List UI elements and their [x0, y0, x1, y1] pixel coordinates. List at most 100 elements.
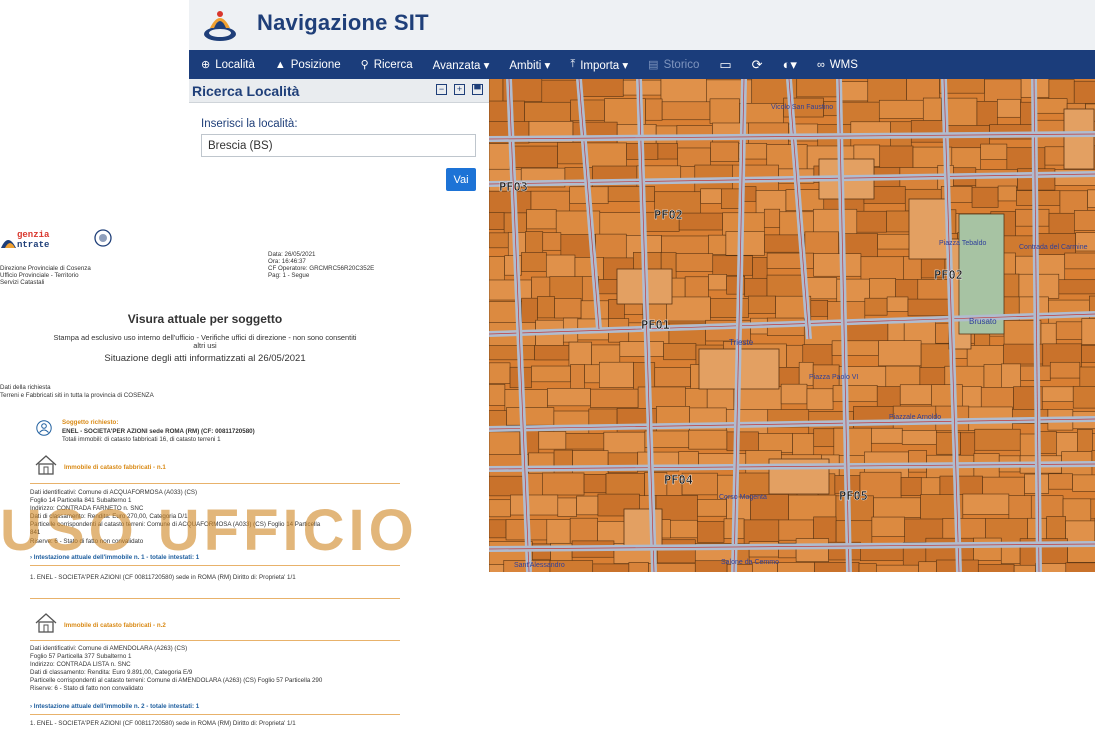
parcel: [1081, 344, 1095, 363]
parcel: [758, 433, 793, 454]
parcel: [1081, 318, 1095, 345]
map-label: PF02: [654, 208, 683, 222]
monitor-icon[interactable]: ▭: [719, 57, 731, 73]
parcel: [777, 562, 815, 572]
parcel: [778, 519, 814, 541]
expand-icon[interactable]: +: [454, 84, 465, 95]
parcel: [565, 433, 605, 450]
go-button[interactable]: Vai: [446, 168, 476, 191]
map-label: Sant'Alessandro: [514, 562, 565, 569]
cadastral-map[interactable]: PF03 PF02 PF02 PF01 PF04 PF05 Piazza Tebaldo Br…: [489, 79, 1095, 572]
parcel: [489, 384, 506, 406]
map-label: Trieste: [729, 338, 754, 347]
parcel: [557, 497, 577, 517]
parcel: [901, 430, 937, 445]
parcel: [489, 345, 535, 361]
map-label: Brusato: [969, 317, 997, 326]
building-block: [623, 508, 663, 550]
doc-title: Visura attuale per soggetto: [127, 312, 283, 326]
nav-label: Storico: [663, 58, 700, 71]
parcel: [785, 189, 825, 211]
parcel: [1055, 321, 1083, 340]
parcel: [489, 256, 505, 282]
parcel: [670, 519, 698, 539]
parcel: [584, 364, 600, 384]
divider: [30, 640, 400, 641]
parcel: [858, 563, 877, 572]
parcel: [489, 143, 511, 170]
parcel: [489, 499, 511, 518]
immobile-2-heading: Immobile di catasto fabbricati - n.2: [64, 622, 166, 629]
immobile-line: Dati identificativi: Comune di ACQUAFORM…: [30, 489, 198, 496]
location-input[interactable]: [201, 134, 476, 157]
parcel: [1077, 429, 1093, 455]
parcel: [489, 232, 509, 249]
parcel: [592, 563, 630, 572]
meta-page: Pag: 1 - Segue: [268, 272, 310, 279]
nav-ricerca[interactable]: ⚲ Ricerca: [361, 58, 413, 72]
contrast-icon[interactable]: ◐▾: [783, 57, 797, 73]
parcel: [616, 124, 657, 145]
parcel: [744, 277, 768, 298]
nav-label: Ricerca: [373, 58, 413, 71]
window-icon[interactable]: ▀: [472, 84, 483, 95]
parcel: [628, 562, 649, 572]
parcel: [1064, 252, 1095, 270]
nav-ambiti[interactable]: Ambiti ▾: [509, 58, 550, 72]
parcel: [910, 120, 948, 143]
nav-label: Posizione: [290, 58, 341, 71]
intestazione-2-heading[interactable]: › Intestazione attuale dell'immobile n. …: [30, 703, 199, 710]
parcel: [524, 101, 571, 124]
parcel: [974, 428, 1021, 451]
nav-avanzata[interactable]: Avanzata ▾: [433, 58, 490, 72]
parcel: [1046, 516, 1066, 542]
map-label: PF01: [641, 318, 670, 332]
nav-storico[interactable]: ▤ Storico: [648, 58, 700, 72]
visura-document: genzia ntrate Direzione Provinciale di C…: [0, 214, 414, 752]
app-title: Navigazione SIT: [257, 10, 429, 35]
nav-label: WMS: [829, 58, 858, 71]
parcel: [878, 99, 924, 119]
building-block: [1063, 108, 1095, 170]
parcel: [1041, 386, 1074, 402]
location-label: Inserisci la località:: [201, 118, 298, 130]
refresh-icon[interactable]: ⟳: [752, 57, 763, 73]
parcel: [570, 364, 585, 392]
parcel: [806, 388, 834, 411]
parcel: [962, 493, 1010, 515]
map-label: Salone da Cemmo: [721, 559, 779, 566]
minimize-icon[interactable]: −: [436, 84, 447, 95]
upload-icon: ⤒: [570, 58, 576, 70]
parcel: [489, 362, 511, 384]
nav-importa[interactable]: ⤒ Importa ▾: [570, 58, 628, 72]
svg-text:ntrate: ntrate: [17, 240, 49, 250]
nav-wms[interactable]: ∞ WMS: [817, 59, 858, 71]
divider: [30, 714, 400, 715]
nav-posizione[interactable]: ▲ Posizione: [275, 59, 341, 71]
parcel: [814, 561, 860, 572]
map-label: PF04: [664, 473, 693, 487]
parcel: [526, 209, 557, 230]
panel-header: Ricerca Località − + ▀: [189, 79, 489, 103]
globe-icon: ⊕: [201, 59, 211, 71]
history-icon: ▤: [648, 59, 659, 71]
parcel: [810, 300, 829, 317]
request-label: Dati della richiesta: [0, 384, 51, 391]
parcel: [689, 407, 727, 434]
uso-ufficio-watermark: USO UFFICIO: [0, 498, 418, 563]
parcel: [1015, 255, 1036, 277]
doc-subtitle-2: altri usi: [193, 341, 217, 350]
parcel: [721, 188, 741, 210]
parcel: [887, 320, 905, 342]
parcel: [607, 186, 655, 202]
parcel: [509, 145, 558, 168]
nav-localita[interactable]: ⊕ Località: [201, 58, 255, 72]
subject-totals: Totali immobili: di catasto fabbricati 1…: [62, 436, 221, 443]
parcel: [795, 538, 829, 562]
panel-tools: − + ▀: [436, 84, 483, 95]
parcel: [489, 564, 505, 572]
parcel: [748, 295, 776, 314]
map-canvas[interactable]: PF03 PF02 PF02 PF01 PF04 PF05 Piazza Tebaldo Br…: [489, 79, 1095, 572]
parcel: [899, 384, 932, 405]
parcel: [547, 388, 591, 407]
